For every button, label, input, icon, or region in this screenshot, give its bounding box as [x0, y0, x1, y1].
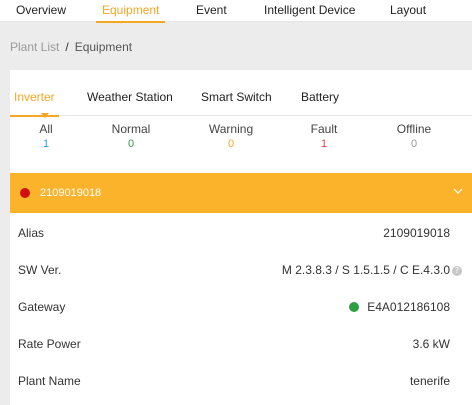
device-type-tabs: Inverter Weather Station Smart Switch Ba… — [10, 70, 472, 117]
fault-status-dot — [20, 188, 30, 198]
status-filter-fault[interactable]: Fault 1 — [284, 122, 364, 152]
status-label: All — [39, 122, 53, 136]
tab-layout[interactable]: Layout — [390, 3, 426, 17]
tab-intelligent-device[interactable]: Intelligent Device — [264, 3, 355, 17]
breadcrumb-separator: / — [65, 40, 69, 54]
detail-value-wrap: E4A012186108 — [349, 300, 450, 314]
status-count: 1 — [42, 138, 50, 150]
detail-row-gateway: Gateway E4A012186108 — [10, 288, 472, 325]
status-filter-warning[interactable]: Warning 0 — [191, 122, 271, 152]
detail-row-alias: Alias 2109019018 — [10, 214, 472, 251]
status-label: Offline — [396, 122, 432, 136]
breadcrumb: Plant List / Equipment — [10, 40, 132, 54]
tab-battery[interactable]: Battery — [301, 90, 339, 104]
status-count: 0 — [227, 138, 235, 150]
detail-value: 3.6 kW — [412, 337, 450, 351]
status-filter-offline[interactable]: Offline 0 — [374, 122, 454, 152]
tab-weather-station[interactable]: Weather Station — [87, 90, 173, 104]
detail-row-sw-version: SW Ver. M 2.3.8.3 / S 1.5.1.5 / C E.4.3.… — [10, 251, 472, 288]
status-count: 0 — [127, 138, 135, 150]
tab-overview[interactable]: Overview — [16, 3, 66, 17]
inverter-serial: 2109019018 — [40, 187, 102, 199]
detail-key: Rate Power — [18, 337, 81, 351]
tab-inverter[interactable]: Inverter — [10, 90, 59, 117]
tab-event[interactable]: Event — [196, 3, 227, 17]
breadcrumb-plant-list-link[interactable]: Plant List — [10, 40, 59, 54]
detail-key: Plant Name — [18, 374, 81, 388]
selected-caret-icon — [41, 113, 49, 118]
inverter-header-bar[interactable]: 2109019018 — [10, 173, 472, 213]
detail-key: Gateway — [18, 300, 66, 314]
status-count: 0 — [410, 138, 418, 150]
detail-key: SW Ver. — [18, 263, 62, 277]
detail-row-plant-name: Plant Name tenerife — [10, 362, 472, 399]
breadcrumb-current: Equipment — [74, 40, 133, 54]
online-status-dot — [349, 302, 360, 312]
chevron-down-icon[interactable] — [452, 185, 464, 197]
detail-value: M 2.3.8.3 / S 1.5.1.5 / C E.4.3.0 — [281, 263, 450, 277]
info-icon[interactable]: ? — [452, 266, 462, 276]
tab-smart-switch[interactable]: Smart Switch — [201, 90, 272, 104]
tab-equipment[interactable]: Equipment — [95, 3, 166, 23]
detail-row-rate-power: Rate Power 3.6 kW — [10, 325, 472, 362]
detail-value-wrap: M 2.3.8.3 / S 1.5.1.5 / C E.4.3.0? — [282, 263, 462, 277]
detail-value: 2109019018 — [383, 226, 450, 240]
status-filter-normal[interactable]: Normal 0 — [91, 122, 171, 152]
equipment-panel: Inverter Weather Station Smart Switch Ba… — [10, 70, 472, 405]
top-navigation: Overview Equipment Event Intelligent Dev… — [0, 0, 472, 23]
detail-key: Alias — [18, 226, 45, 240]
detail-value: E4A012186108 — [367, 300, 450, 314]
status-filter-all[interactable]: All 1 — [6, 113, 86, 152]
detail-value: tenerife — [409, 374, 450, 388]
status-label: Fault — [310, 122, 338, 136]
status-label: Warning — [208, 122, 254, 136]
status-count: 1 — [320, 138, 328, 150]
status-label: Normal — [111, 122, 151, 136]
